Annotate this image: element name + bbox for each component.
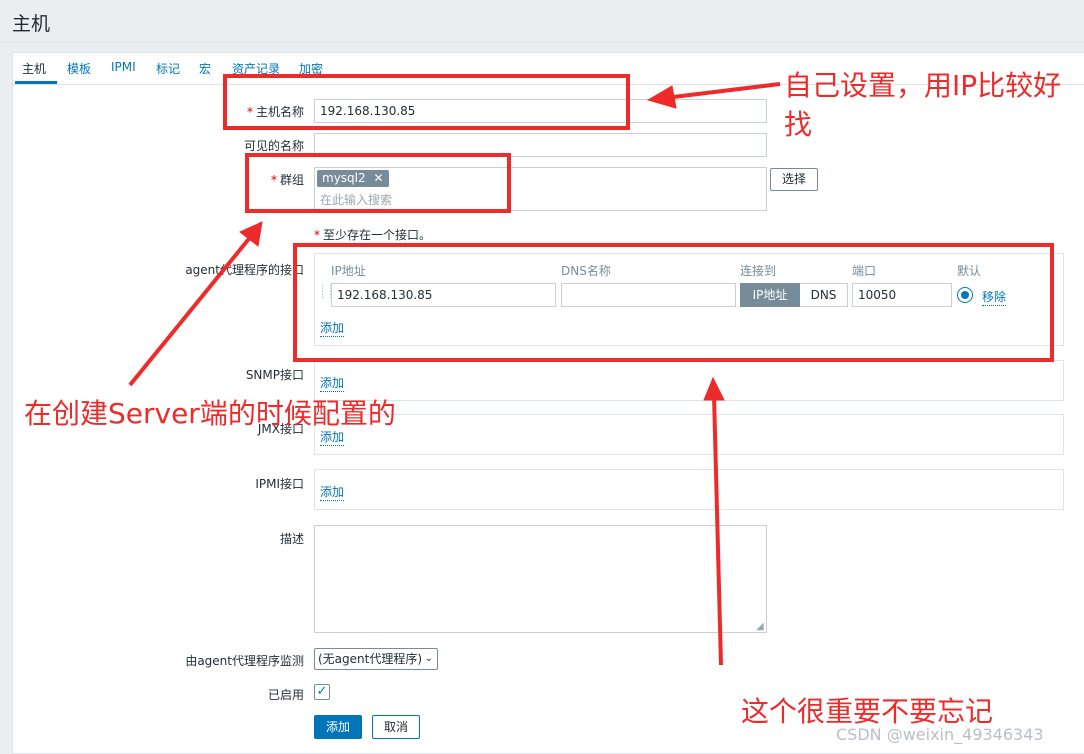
annotation-arrows <box>128 82 781 666</box>
annotation-text-top: 自己设置，用IP比较好 <box>784 69 1062 102</box>
arrow-head-host-name <box>646 85 677 109</box>
arrow-to-host-name <box>664 82 781 100</box>
annotation-text-top-cont: 找 <box>784 108 813 141</box>
arrow-head-interfaces <box>703 376 725 401</box>
watermark: CSDN @weixin_49346343 <box>836 725 1044 744</box>
arrow-to-interfaces <box>712 394 723 666</box>
arrow-to-groups <box>128 233 254 387</box>
annotation-text-left: 在创建Server端的时候配置的 <box>24 397 396 430</box>
arrow-head-groups <box>239 221 263 247</box>
annotation-text-bottom: 这个很重要不要忘记 <box>741 695 994 728</box>
